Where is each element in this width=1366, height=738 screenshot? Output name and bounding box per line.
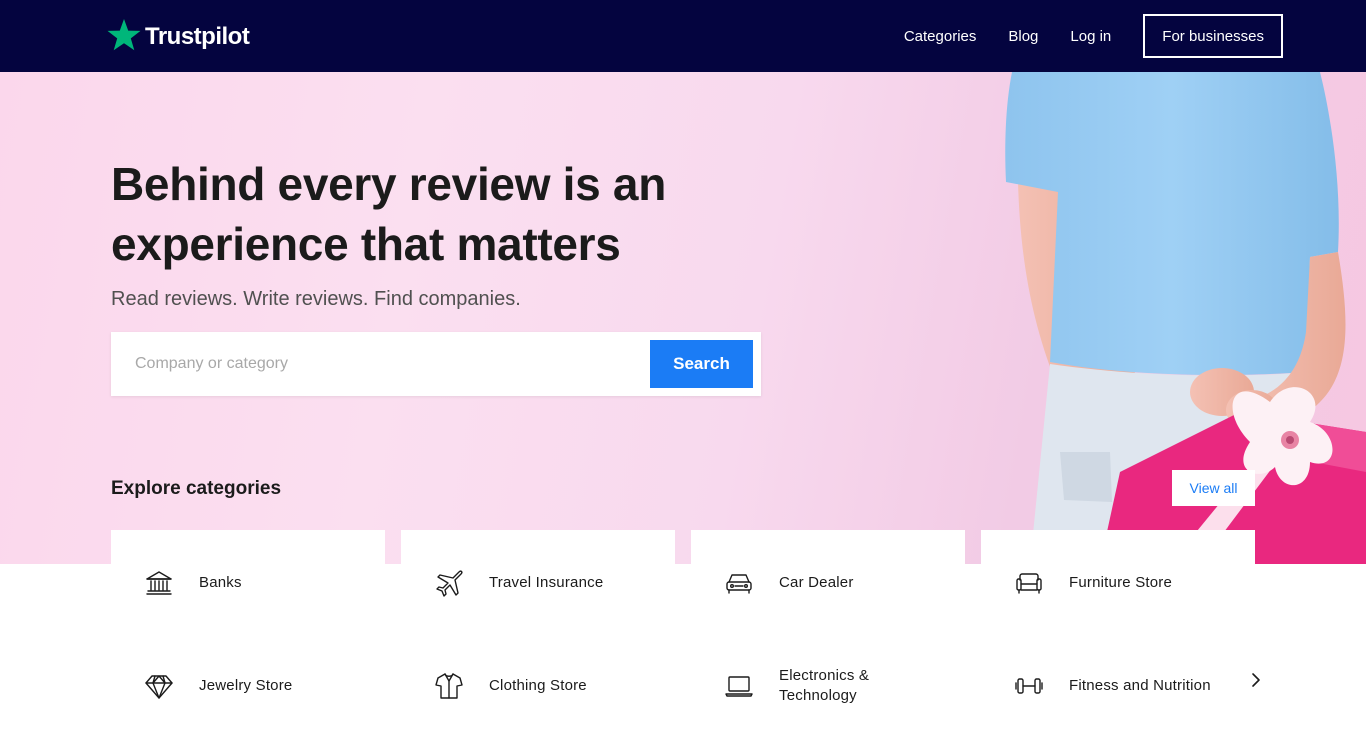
airplane-icon [433,567,465,599]
category-card-travel-insurance[interactable]: Travel Insurance [401,530,675,635]
shirt-icon [433,670,465,702]
laptop-icon [723,670,755,702]
category-card-electronics-technology[interactable]: Electronics & Technology [691,633,965,738]
category-card-banks[interactable]: Banks [111,530,385,635]
category-card-fitness-nutrition[interactable]: Fitness and Nutrition [981,633,1255,738]
search-input[interactable] [111,332,641,396]
search-bar: Search [111,332,761,396]
category-label: Jewelry Store [199,676,293,694]
hero-title-line-1: Behind every review is an [111,158,666,210]
category-card-jewelry-store[interactable]: Jewelry Store [111,633,385,738]
explore-categories-title: Explore categories [111,478,282,499]
car-icon [723,567,755,599]
category-label: Travel Insurance [489,573,604,591]
hero-subtitle: Read reviews. Write reviews. Find compan… [111,288,521,310]
diamond-icon [143,670,175,702]
category-card-clothing-store[interactable]: Clothing Store [401,633,675,738]
star-logo-icon [107,19,141,51]
nav-categories-link[interactable]: Categories [904,28,977,45]
view-all-button[interactable]: View all [1172,470,1255,506]
dumbbell-icon [1013,670,1045,702]
hero-title-line-2: experience that matters [111,218,621,270]
category-label: Car Dealer [779,573,854,591]
hero-title: Behind every review is an experience tha… [111,154,751,274]
logo-wordmark: Trustpilot [145,23,250,50]
category-card-furniture-store[interactable]: Furniture Store [981,530,1255,635]
trustpilot-logo[interactable]: Trustpilot [107,17,250,53]
category-label: Banks [199,573,242,591]
category-label: Clothing Store [489,676,587,694]
chevron-right-icon[interactable] [1246,670,1266,690]
category-label: Fitness and Nutrition [1069,676,1211,694]
bank-icon [143,567,175,599]
category-grid: Banks Travel Insurance Car Dealer Furnit… [0,530,1366,738]
for-businesses-button[interactable]: For businesses [1143,14,1283,58]
main-nav: Categories Blog Log in For businesses [904,14,1283,58]
hero-section: Behind every review is an experience tha… [0,72,1366,564]
search-button[interactable]: Search [650,340,753,388]
nav-blog-link[interactable]: Blog [1008,28,1038,45]
nav-login-link[interactable]: Log in [1070,28,1111,45]
sofa-icon [1013,567,1045,599]
category-label: Electronics & Technology [779,666,870,704]
category-card-car-dealer[interactable]: Car Dealer [691,530,965,635]
category-label: Furniture Store [1069,573,1173,591]
top-navigation-bar: Trustpilot Categories Blog Log in For bu… [0,0,1366,72]
